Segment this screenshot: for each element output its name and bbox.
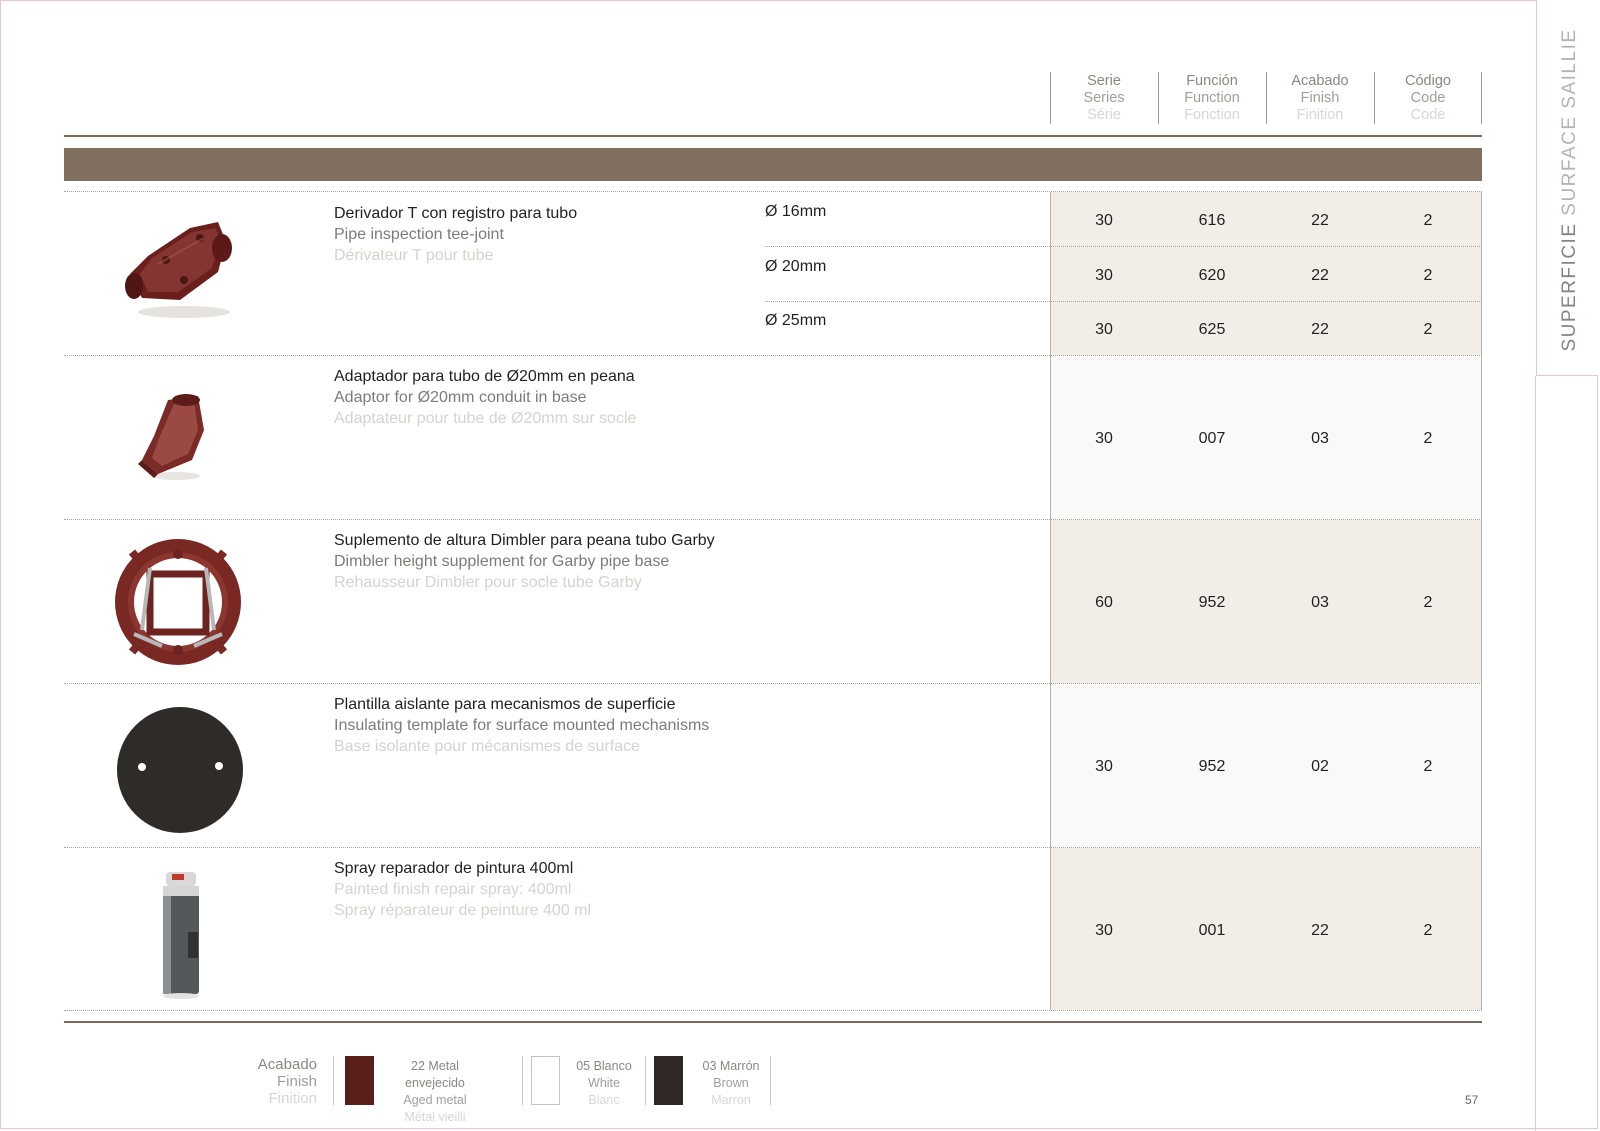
row-divider (64, 191, 1482, 192)
spray-can-image (163, 872, 199, 999)
acabado-cell: 22 (1311, 922, 1329, 939)
serie-cell: 60 (1095, 594, 1113, 611)
finish-swatch-brown (654, 1056, 683, 1105)
product-description: Plantilla aislante para mecanismos de su… (334, 696, 710, 755)
legend-separator (522, 1056, 523, 1105)
header-separator (1481, 72, 1482, 124)
dimension-label: Ø 20mm (765, 258, 827, 275)
legend-separator (645, 1056, 646, 1105)
serie-cell: 30 (1095, 430, 1113, 447)
product-description: Adaptador para tubo de Ø20mm en peana Ad… (334, 368, 637, 427)
finish-label: 05 Blanco White Blanc (576, 1059, 632, 1107)
finish-legend-label: Acabado Finish Finition (257, 1056, 317, 1107)
dimension-label: Ø 25mm (765, 312, 827, 329)
codigo-cell: 2 (1423, 922, 1433, 939)
section-band (64, 148, 1482, 181)
row-divider (64, 683, 1482, 684)
acabado-cell: 22 (1311, 212, 1329, 229)
serie-cell: 30 (1095, 922, 1113, 939)
codigo-cell: 2 (1423, 321, 1433, 338)
serie-cell: 30 (1095, 321, 1113, 338)
product-description: Spray reparador de pintura 400ml Painted… (334, 860, 592, 919)
header-serie: Serie Series Série (1083, 73, 1125, 123)
conduit-adaptor-image (138, 394, 204, 480)
height-supplement-image (115, 539, 241, 665)
header-funcion: Función Function Fonction (1184, 73, 1240, 123)
funcion-cell: 001 (1198, 922, 1226, 939)
row-divider (64, 1010, 1482, 1011)
header-acabado: Acabado Finish Finition (1291, 73, 1349, 123)
acabado-cell: 02 (1311, 758, 1329, 775)
serie-cell: 30 (1095, 267, 1113, 284)
finish-label: 03 Marrón Brown Marron (702, 1059, 760, 1107)
header-codigo: Código Code Code (1405, 73, 1451, 123)
acabado-cell: 22 (1311, 267, 1329, 284)
variant-divider (765, 301, 1482, 302)
row-divider (64, 355, 1482, 356)
finish-swatch-aged-metal (345, 1056, 374, 1105)
dimension-label: Ø 16mm (765, 203, 827, 220)
insulating-template-image (117, 707, 243, 833)
legend-separator (770, 1056, 771, 1105)
serie-cell: 30 (1095, 212, 1113, 229)
finish-label: 22 Metal envejecido Aged metal Métal vieil… (403, 1059, 467, 1124)
row-divider (64, 847, 1482, 848)
codigo-cell: 2 (1423, 758, 1433, 775)
funcion-cell: 952 (1198, 594, 1226, 611)
codigo-cell: 2 (1423, 212, 1433, 229)
variant-divider (765, 246, 1482, 247)
funcion-cell: 952 (1198, 758, 1226, 775)
legend-separator (333, 1056, 334, 1105)
product-description: Suplemento de altura Dimbler para peana … (334, 532, 715, 591)
funcion-cell: 007 (1198, 430, 1226, 447)
finish-swatch-white (531, 1056, 560, 1105)
codigo-cell: 2 (1423, 267, 1433, 284)
product-description: Derivador T con registro para tubo Pipe … (334, 205, 578, 264)
funcion-cell: 616 (1198, 212, 1226, 229)
header-rule (64, 135, 1482, 137)
footer-rule (64, 1021, 1482, 1023)
page-number: 57 (1465, 1093, 1479, 1107)
section-title: SUPERFICIE SURFACE SAILLIE (1559, 28, 1580, 352)
acabado-cell: 03 (1311, 594, 1329, 611)
side-line (1535, 376, 1536, 1131)
funcion-cell: 625 (1198, 321, 1226, 338)
serie-cell: 30 (1095, 758, 1113, 775)
acabado-cell: 03 (1311, 430, 1329, 447)
codigo-cell: 2 (1423, 594, 1433, 611)
code-area-left-border (1050, 192, 1051, 1010)
funcion-cell: 620 (1198, 267, 1226, 284)
tee-joint-image (125, 222, 232, 318)
code-area-right-border (1481, 192, 1482, 1010)
codigo-cell: 2 (1423, 430, 1433, 447)
acabado-cell: 22 (1311, 321, 1329, 338)
row-divider (64, 519, 1482, 520)
